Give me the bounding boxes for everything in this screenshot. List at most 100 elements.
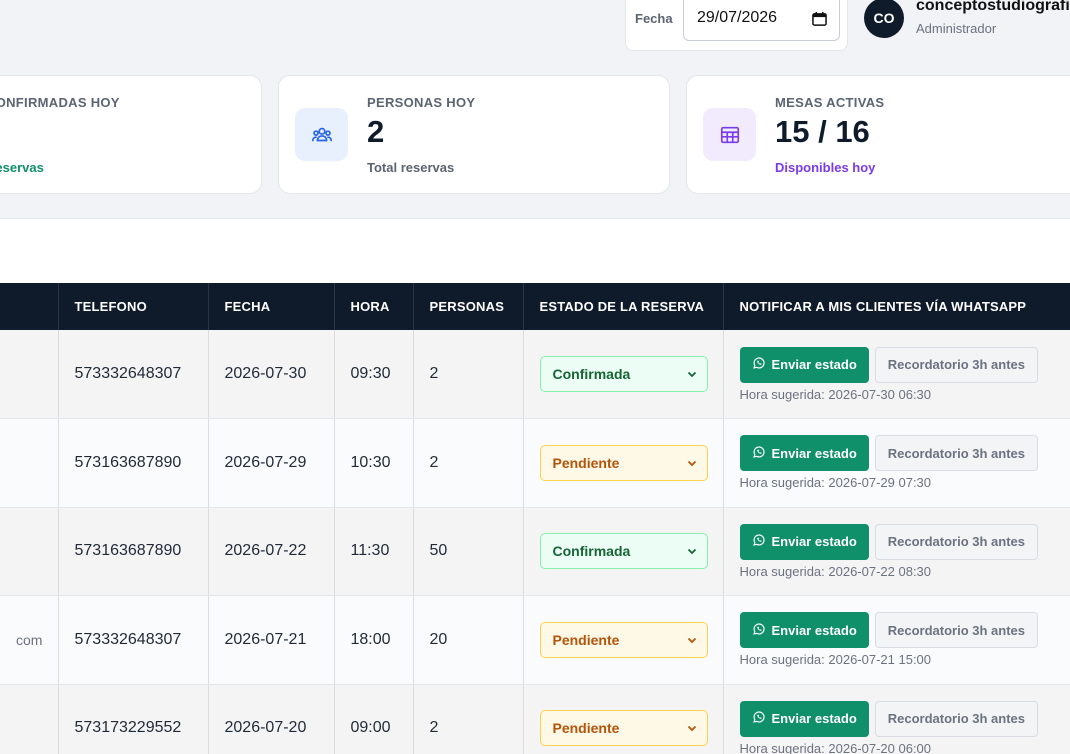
- date-cell: 2026-07-30: [208, 330, 335, 419]
- table-row: 573163687890 2026-07-22 11:30 50 Confirmada E…: [0, 507, 1070, 596]
- chevron-down-icon: [687, 720, 697, 736]
- phone-cell: 573332648307: [58, 595, 209, 685]
- suggested-time: Hora sugerida: 2026-07-20 06:00: [739, 740, 932, 754]
- column-header-whatsapp: NOTIFICAR A MIS CLIENTES VÍA WHATSAPP: [723, 283, 1070, 330]
- send-status-label: Enviar estado: [771, 534, 857, 550]
- suggested-time: Hora sugerida: 2026-07-30 06:30: [739, 386, 932, 402]
- reminder-button[interactable]: Recordatorio 3h antes: [874, 435, 1039, 472]
- card-sub: Reservas: [0, 160, 44, 175]
- whatsapp-icon: [752, 356, 766, 373]
- whatsapp-cell: Enviar estado Recordatorio 3h antes Hora s…: [723, 684, 1070, 754]
- table-row: 573332648307 2026-07-30 09:30 2 Confirmada En…: [0, 330, 1070, 419]
- table-row: 573173229552 2026-07-20 09:00 2 Pendiente Env…: [0, 684, 1070, 754]
- people-cell: 20: [413, 595, 524, 685]
- client-email-cell: com: [0, 595, 59, 685]
- time-cell: 09:00: [334, 684, 414, 754]
- status-select[interactable]: Pendiente: [539, 444, 708, 481]
- stat-card-mesas: MESAS ACTIVAS 15 / 16 Disponibles hoy: [686, 75, 1070, 194]
- card-label: MESAS ACTIVAS: [775, 95, 885, 110]
- date-cell: 2026-07-29: [208, 418, 335, 508]
- status-select[interactable]: Pendiente: [539, 621, 708, 658]
- date-cell: 2026-07-22: [208, 507, 335, 596]
- status-select[interactable]: Confirmada: [539, 356, 708, 392]
- column-header-estado: ESTADO DE LA RESERVA: [523, 283, 724, 330]
- reminder-label: Recordatorio 3h antes: [887, 711, 1026, 727]
- column-header: [0, 283, 59, 330]
- card-value: 2: [367, 114, 385, 149]
- reservations-table: TELEFONO FECHA HORA PERSONAS ESTADO DE L…: [0, 283, 1070, 754]
- people-icon: [295, 108, 348, 161]
- send-status-label: Enviar estado: [771, 622, 857, 638]
- status-cell: Confirmada: [523, 330, 724, 419]
- time-cell: 10:30: [334, 418, 414, 508]
- reminder-label: Recordatorio 3h antes: [887, 357, 1026, 372]
- send-status-button[interactable]: Enviar estado: [739, 435, 869, 472]
- card-label: CONFIRMADAS HOY: [0, 95, 120, 110]
- column-header-personas: PERSONAS: [413, 283, 524, 330]
- date-label: Fecha: [635, 11, 673, 26]
- suggested-time: Hora sugerida: 2026-07-21 15:00: [739, 652, 932, 668]
- column-header-telefono: TELEFONO: [58, 283, 209, 330]
- user-name: conceptostudiografico: [916, 0, 1070, 14]
- send-status-label: Enviar estado: [771, 445, 857, 461]
- whatsapp-icon: [752, 445, 766, 462]
- table-row: 573163687890 2026-07-29 10:30 2 Pendiente Env…: [0, 418, 1070, 508]
- table-row: com 573332648307 2026-07-21 18:00 20 Pendient…: [0, 595, 1070, 685]
- reminder-label: Recordatorio 3h antes: [887, 534, 1026, 550]
- status-value: Pendiente: [552, 720, 620, 737]
- whatsapp-cell: Enviar estado Recordatorio 3h antes Hora s…: [723, 418, 1070, 508]
- whatsapp-cell: Enviar estado Recordatorio 3h antes Hora s…: [723, 507, 1070, 596]
- chevron-down-icon: [687, 632, 697, 648]
- phone-cell: 573173229552: [58, 684, 209, 754]
- send-status-label: Enviar estado: [771, 711, 857, 727]
- card-label: PERSONAS HOY: [367, 95, 476, 110]
- card-sub: Disponibles hoy: [775, 160, 876, 175]
- status-cell: Pendiente: [523, 684, 724, 754]
- reminder-button[interactable]: Recordatorio 3h antes: [874, 700, 1039, 737]
- people-cell: 2: [413, 684, 524, 754]
- phone-cell: 573163687890: [58, 507, 209, 596]
- time-cell: 09:30: [334, 330, 414, 419]
- date-value: 29/07/2026: [697, 9, 778, 26]
- send-status-button[interactable]: Enviar estado: [739, 612, 869, 649]
- stat-card-confirmadas: CONFIRMADAS HOY Reservas: [0, 75, 262, 194]
- client-email-cell: [0, 507, 59, 596]
- phone-cell: 573332648307: [58, 330, 209, 419]
- people-cell: 50: [413, 507, 524, 596]
- status-cell: Pendiente: [523, 595, 724, 685]
- whatsapp-icon: [752, 622, 766, 639]
- whatsapp-cell: Enviar estado Recordatorio 3h antes Hora s…: [723, 330, 1070, 419]
- suggested-time: Hora sugerida: 2026-07-22 08:30: [739, 563, 932, 579]
- people-cell: 2: [413, 418, 524, 508]
- column-header-hora: HORA: [334, 283, 414, 330]
- status-cell: Confirmada: [523, 507, 724, 596]
- reminder-button[interactable]: Recordatorio 3h antes: [874, 612, 1039, 649]
- status-select[interactable]: Confirmada: [539, 533, 708, 570]
- column-header-fecha: FECHA: [208, 283, 335, 330]
- client-email-cell: [0, 330, 59, 419]
- client-email-cell: [0, 418, 59, 508]
- status-select[interactable]: Pendiente: [539, 710, 708, 747]
- chevron-down-icon: [687, 366, 697, 382]
- send-status-button[interactable]: Enviar estado: [739, 346, 869, 383]
- date-cell: 2026-07-20: [208, 684, 335, 754]
- avatar[interactable]: CO: [864, 0, 904, 38]
- status-value: Pendiente: [552, 454, 620, 471]
- date-filter: Fecha 29/07/2026: [625, 0, 848, 51]
- send-status-label: Enviar estado: [771, 357, 857, 372]
- card-sub: Total reservas: [367, 160, 455, 175]
- time-cell: 11:30: [334, 507, 414, 596]
- date-cell: 2026-07-21: [208, 595, 335, 685]
- reminder-button[interactable]: Recordatorio 3h antes: [874, 346, 1039, 383]
- user-role: Administrador: [916, 21, 997, 36]
- time-cell: 18:00: [334, 595, 414, 685]
- date-input[interactable]: 29/07/2026: [683, 0, 840, 41]
- send-status-button[interactable]: Enviar estado: [739, 523, 869, 560]
- people-cell: 2: [413, 330, 524, 419]
- reminder-button[interactable]: Recordatorio 3h antes: [874, 523, 1039, 560]
- calendar-icon[interactable]: [812, 11, 827, 26]
- table-header-row: TELEFONO FECHA HORA PERSONAS ESTADO DE L…: [0, 283, 1070, 330]
- send-status-button[interactable]: Enviar estado: [739, 700, 869, 737]
- reminder-label: Recordatorio 3h antes: [887, 445, 1026, 461]
- suggested-time: Hora sugerida: 2026-07-29 07:30: [739, 475, 932, 491]
